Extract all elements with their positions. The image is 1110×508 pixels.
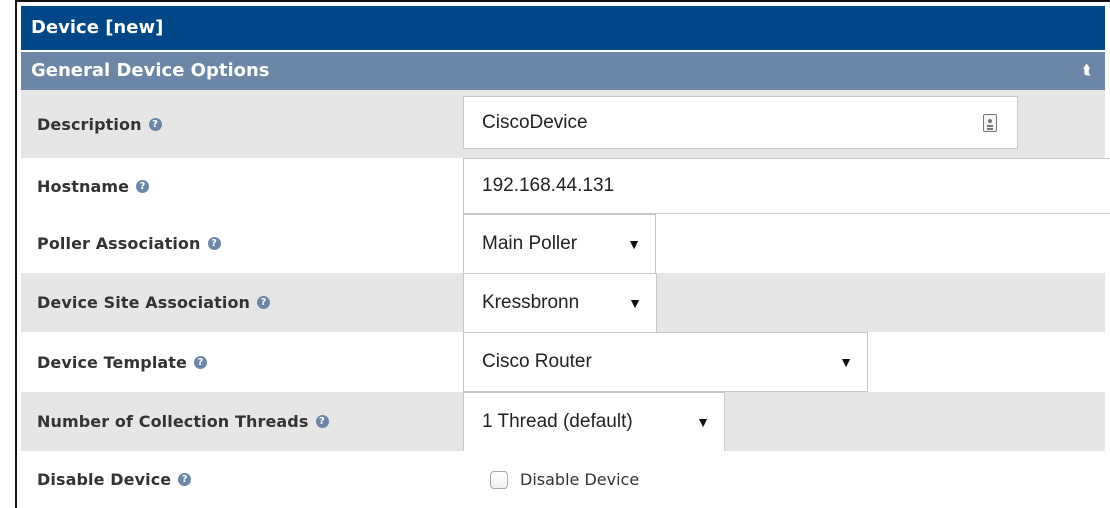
poller-label: Poller Association xyxy=(37,234,201,253)
description-row: Description ? CiscoDevice xyxy=(21,90,1105,158)
site-select[interactable]: Kressbronn ▼ xyxy=(463,273,657,333)
dropdown-arrow-icon[interactable]: ▼ xyxy=(839,354,853,370)
dropdown-arrow-icon[interactable]: ▼ xyxy=(628,295,642,311)
dropdown-arrow-icon[interactable]: ▼ xyxy=(627,236,641,252)
collection-threads-row: Number of Collection Threads ? 1 Thread … xyxy=(21,392,1105,452)
site-selected-value: Kressbronn xyxy=(482,292,580,313)
help-icon[interactable]: ? xyxy=(315,415,329,428)
help-icon[interactable]: ? xyxy=(207,237,221,250)
help-icon[interactable]: ? xyxy=(194,355,207,369)
threads-label-wrap: Number of Collection Threads ? xyxy=(37,392,329,451)
description-value: CiscoDevice xyxy=(482,111,588,133)
description-label: Description xyxy=(37,114,142,134)
hostname-row: Hostname ? 192.168.44.131 xyxy=(21,158,1110,214)
contact-card-icon[interactable] xyxy=(983,113,997,132)
hostname-label: Hostname xyxy=(37,176,130,196)
section-title: General Device Options xyxy=(31,60,270,81)
template-label-wrap: Device Template ? xyxy=(37,332,207,392)
help-icon[interactable]: ? xyxy=(136,179,150,193)
help-icon[interactable]: ? xyxy=(257,296,271,309)
double-chevron-up-icon[interactable]: ⮬ xyxy=(1083,52,1091,90)
help-icon[interactable]: ? xyxy=(148,117,162,131)
site-label: Device Site Association xyxy=(37,293,251,312)
window-title: Device [new] xyxy=(21,6,1105,50)
disable-device-row: Disable Device ? Disable Device xyxy=(21,451,1105,508)
section-header[interactable]: General Device Options ⮬ xyxy=(21,52,1105,90)
hostname-value: 192.168.44.131 xyxy=(482,175,615,196)
template-label: Device Template xyxy=(37,352,187,372)
device-template-row: Device Template ? Cisco Router ▼ xyxy=(21,332,1105,392)
poller-association-row: Poller Association ? Main Poller ▼ xyxy=(21,214,1105,274)
disable-label-wrap: Disable Device ? xyxy=(37,451,192,508)
disable-device-checkbox-group[interactable]: Disable Device xyxy=(490,451,639,508)
poller-selected-value: Main Poller xyxy=(482,233,578,254)
site-association-row: Device Site Association ? Kressbronn ▼ xyxy=(21,273,1105,333)
template-selected-value: Cisco Router xyxy=(482,351,592,372)
description-label-wrap: Description ? xyxy=(37,90,162,158)
device-form-panel: Device [new] General Device Options ⮬ De… xyxy=(15,0,1110,508)
threads-selected-value: 1 Thread (default) xyxy=(482,411,633,432)
poller-label-wrap: Poller Association ? xyxy=(37,214,221,273)
dropdown-arrow-icon[interactable]: ▼ xyxy=(696,414,710,430)
help-icon[interactable]: ? xyxy=(178,473,192,486)
hostname-label-wrap: Hostname ? xyxy=(37,158,150,214)
disable-device-checkbox[interactable] xyxy=(490,470,508,489)
hostname-input[interactable]: 192.168.44.131 xyxy=(463,158,1110,214)
threads-label: Number of Collection Threads xyxy=(37,412,309,431)
description-input[interactable]: CiscoDevice xyxy=(463,96,1018,149)
device-template-select[interactable]: Cisco Router ▼ xyxy=(463,332,868,392)
site-label-wrap: Device Site Association ? xyxy=(37,273,271,332)
poller-select[interactable]: Main Poller ▼ xyxy=(463,214,656,274)
disable-device-checkbox-label[interactable]: Disable Device xyxy=(520,470,639,489)
collection-threads-select[interactable]: 1 Thread (default) ▼ xyxy=(463,392,725,452)
disable-label: Disable Device xyxy=(37,470,172,489)
